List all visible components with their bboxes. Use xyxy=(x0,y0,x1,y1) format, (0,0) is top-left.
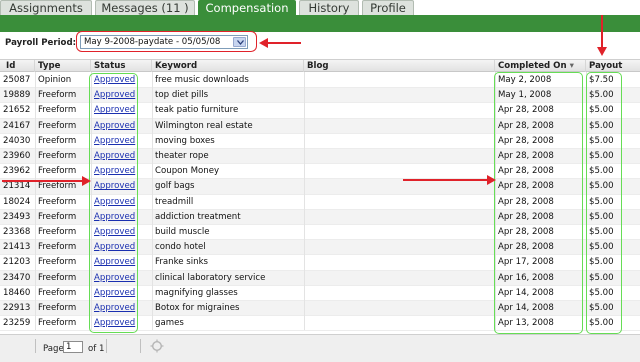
cell-id: 21413 xyxy=(3,242,31,253)
cell-keyword: theater rope xyxy=(155,151,209,161)
cell-keyword: moving boxes xyxy=(155,135,215,146)
cell-type: Freeform xyxy=(38,211,77,222)
cell-keyword: top diet pills xyxy=(155,90,209,101)
cell-blog xyxy=(304,73,494,88)
page-count-label: of 1 xyxy=(88,344,105,354)
cell-keyword: treadmill xyxy=(155,196,194,207)
cell-type: Freeform xyxy=(38,227,77,237)
cell-type: Freeform xyxy=(38,151,77,161)
header-blog[interactable]: Blog xyxy=(304,60,495,72)
column-divider xyxy=(35,72,36,330)
cell-blog xyxy=(304,210,494,225)
tab-assignments[interactable]: Assignments xyxy=(0,0,92,15)
cell-type: Freeform xyxy=(38,242,77,253)
cell-type: Freeform xyxy=(38,257,77,268)
tab-content-bar xyxy=(0,15,640,32)
pager-bar: Page of 1 xyxy=(0,334,640,362)
cell-blog xyxy=(304,195,494,210)
cell-blog xyxy=(304,149,494,164)
cell-keyword: golf bags xyxy=(155,181,195,192)
cell-type: Freeform xyxy=(38,318,77,329)
header-id[interactable]: Id xyxy=(3,60,35,72)
page-number-input[interactable]: 1 xyxy=(63,341,83,353)
cell-keyword: condo hotel xyxy=(155,242,206,253)
tab-profile[interactable]: Profile xyxy=(362,0,414,15)
cell-blog xyxy=(304,88,494,103)
tab-messages[interactable]: Messages (11 ) xyxy=(95,0,195,15)
cell-type: Freeform xyxy=(38,135,77,146)
cell-blog xyxy=(304,119,494,134)
cell-keyword: addiction treatment xyxy=(155,211,241,222)
pager-separator xyxy=(140,339,141,353)
cell-id: 22913 xyxy=(3,303,31,313)
header-keyword[interactable]: Keyword xyxy=(152,60,304,72)
red-arrow-annotation xyxy=(597,15,607,56)
red-arrow-annotation xyxy=(259,38,301,48)
payout-highlight-annotation xyxy=(586,72,622,334)
cell-id: 18024 xyxy=(3,196,31,207)
cell-type: Freeform xyxy=(38,90,77,101)
cell-type: Freeform xyxy=(38,196,77,207)
cell-id: 21652 xyxy=(3,105,31,116)
header-completed-label: Completed On xyxy=(498,61,567,71)
cell-id: 23259 xyxy=(3,318,31,329)
cell-keyword: clinical laboratory service xyxy=(155,272,266,283)
cell-blog xyxy=(304,240,494,255)
header-status[interactable]: Status xyxy=(91,60,152,72)
cell-keyword: Wilmington real estate xyxy=(155,120,253,131)
cell-keyword: games xyxy=(155,318,184,329)
red-arrow-annotation xyxy=(2,176,91,186)
cell-keyword: Botox for migraines xyxy=(155,303,240,313)
column-divider xyxy=(152,72,153,330)
cell-keyword: build muscle xyxy=(155,227,210,237)
table-header: Id Type Status Keyword Blog Completed On… xyxy=(0,59,640,72)
cell-blog xyxy=(304,286,494,301)
cell-type: Freeform xyxy=(38,287,77,298)
red-arrow-annotation xyxy=(403,175,496,185)
cell-type: Freeform xyxy=(38,105,77,116)
cell-id: 19889 xyxy=(3,90,31,101)
page-label: Page xyxy=(43,344,64,354)
cell-id: 23470 xyxy=(3,272,31,283)
cell-blog xyxy=(304,134,494,149)
header-payout[interactable]: Payout xyxy=(586,60,640,72)
cell-id: 21203 xyxy=(3,257,31,268)
period-highlight-annotation xyxy=(76,31,257,52)
payroll-period-label: Payroll Period: xyxy=(5,38,77,48)
cell-keyword: free music downloads xyxy=(155,75,249,85)
tab-bar: Assignments Messages (11 ) Compensation … xyxy=(0,0,640,15)
header-completed-on[interactable]: Completed On ▾ xyxy=(495,60,586,72)
cell-type: Freeform xyxy=(38,303,77,313)
cell-blog xyxy=(304,271,494,286)
cell-keyword: Franke sinks xyxy=(155,257,209,268)
cell-type: Opinion xyxy=(38,75,72,85)
completed-highlight-annotation xyxy=(494,72,583,334)
cell-blog xyxy=(304,301,494,316)
cell-keyword: Coupon Money xyxy=(155,166,220,177)
column-divider xyxy=(304,72,305,330)
cell-id: 24030 xyxy=(3,135,31,146)
cell-id: 23960 xyxy=(3,151,31,161)
cell-id: 23368 xyxy=(3,227,31,237)
refresh-icon[interactable] xyxy=(150,339,164,353)
tab-compensation[interactable]: Compensation xyxy=(198,0,296,15)
tab-history[interactable]: History xyxy=(299,0,359,15)
cell-id: 23493 xyxy=(3,211,31,222)
pager-separator xyxy=(35,339,36,353)
cell-id: 18460 xyxy=(3,287,31,298)
cell-keyword: magnifying glasses xyxy=(155,287,238,298)
cell-blog xyxy=(304,255,494,270)
cell-id: 24167 xyxy=(3,120,31,131)
pager-separator xyxy=(106,339,107,353)
cell-type: Freeform xyxy=(38,272,77,283)
header-type[interactable]: Type xyxy=(35,60,91,72)
cell-type: Freeform xyxy=(38,120,77,131)
cell-id: 25087 xyxy=(3,75,31,85)
cell-blog xyxy=(304,103,494,118)
cell-keyword: teak patio furniture xyxy=(155,105,239,116)
cell-blog xyxy=(304,316,494,331)
sort-desc-icon: ▾ xyxy=(569,61,574,71)
cell-blog xyxy=(304,225,494,240)
status-highlight-annotation xyxy=(89,73,138,333)
